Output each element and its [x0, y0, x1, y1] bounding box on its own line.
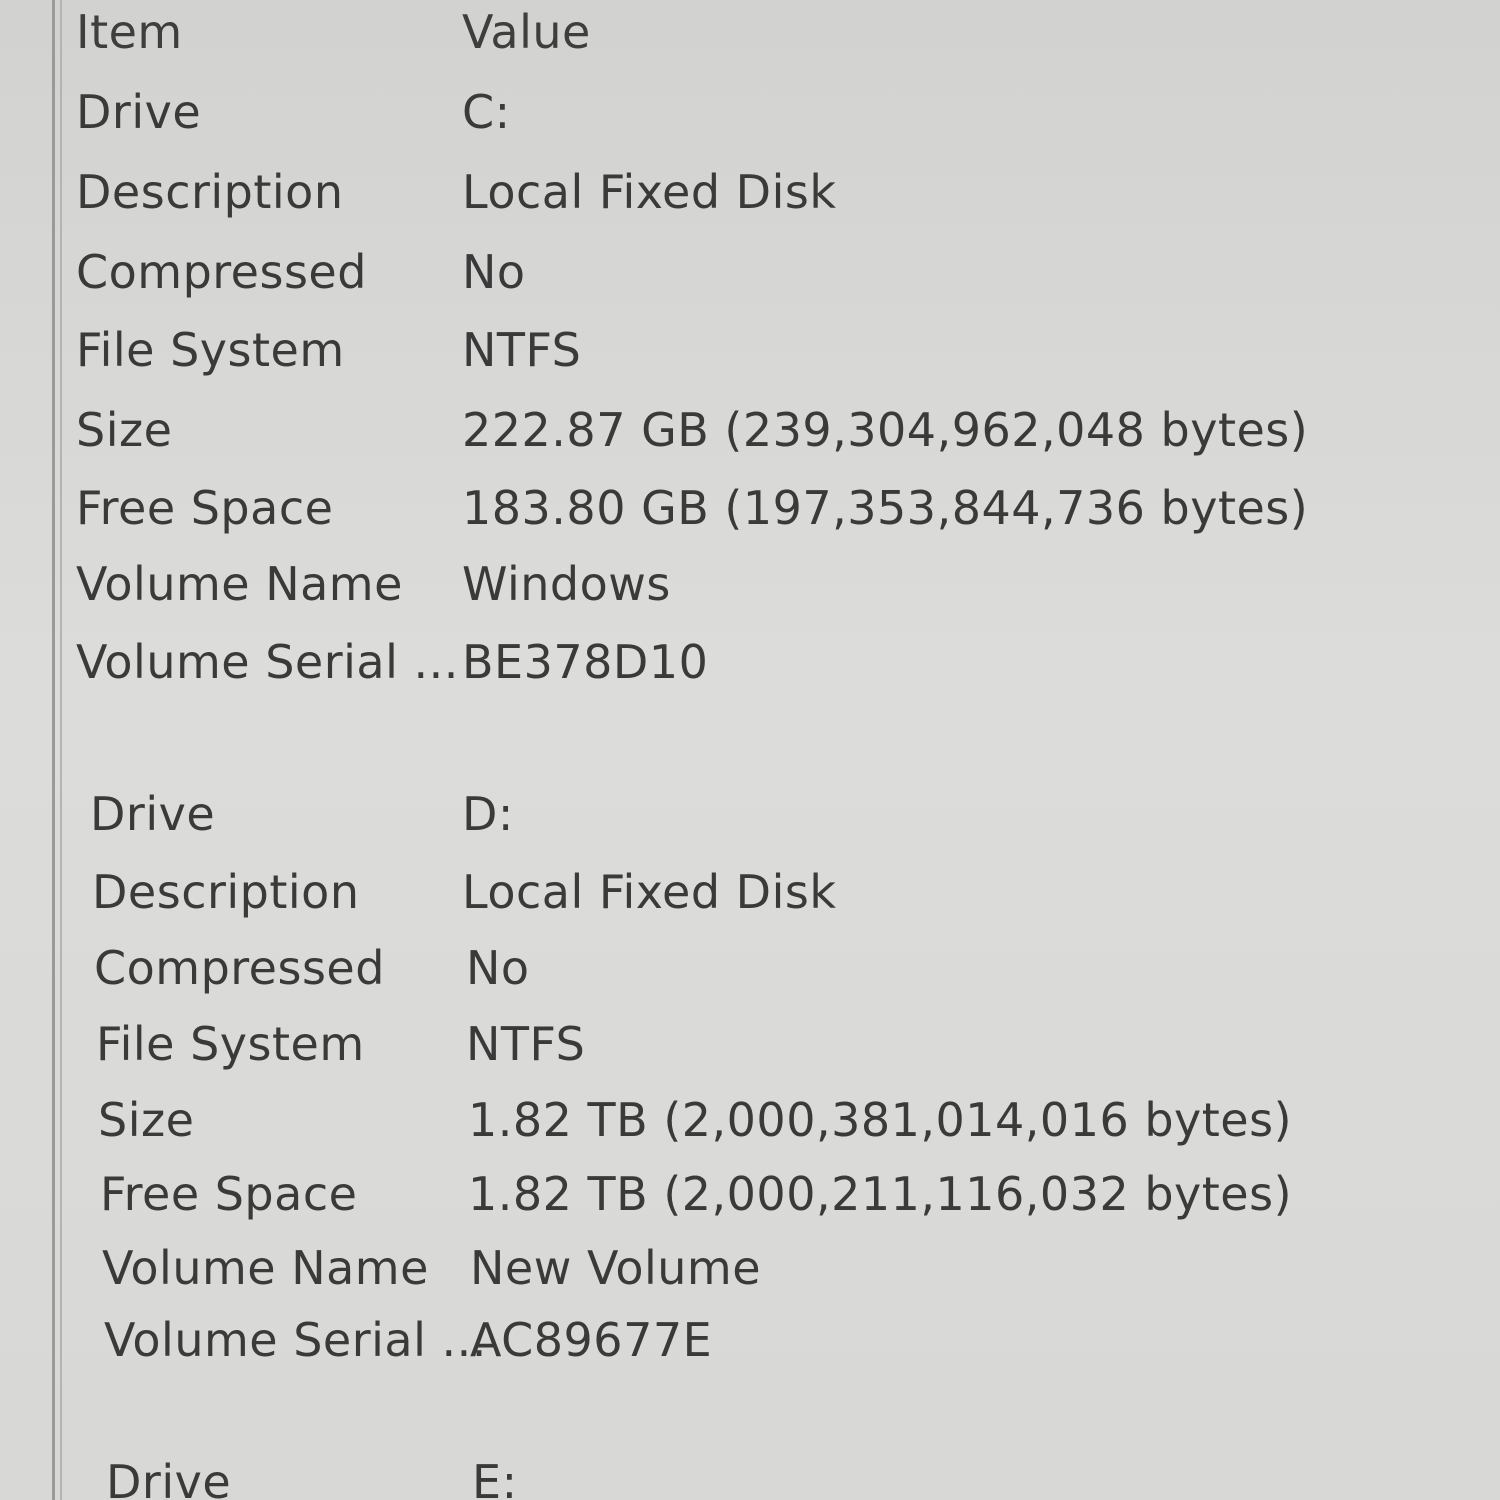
row-value: New Volume	[470, 1241, 762, 1295]
table-row[interactable]: Drive C:	[0, 82, 1500, 160]
table-row[interactable]: Description Local Fixed Disk	[0, 862, 1500, 940]
row-item: Description	[92, 865, 360, 919]
row-item: Drive	[76, 85, 202, 139]
row-value: NTFS	[466, 1017, 586, 1071]
row-value: Local Fixed Disk	[462, 165, 837, 219]
row-item: Free Space	[100, 1167, 358, 1221]
row-value: AC89677E	[470, 1313, 713, 1367]
table-row[interactable]: Compressed No	[0, 242, 1500, 320]
table-row[interactable]: Volume Serial ... BE378D10	[0, 632, 1500, 710]
row-item: File System	[76, 323, 345, 377]
table-row[interactable]: Volume Serial ... AC89677E	[0, 1310, 1500, 1388]
row-item: Compressed	[76, 245, 367, 299]
row-value: 222.87 GB (239,304,962,048 bytes)	[462, 403, 1309, 457]
table-row[interactable]: File System NTFS	[0, 320, 1500, 398]
row-item: Volume Serial ...	[104, 1313, 487, 1367]
row-item: Drive	[106, 1455, 232, 1500]
table-header: Item Value	[0, 2, 1500, 62]
row-item: Compressed	[94, 941, 385, 995]
table-row[interactable]: Free Space 183.80 GB (197,353,844,736 by…	[0, 478, 1500, 556]
table-row[interactable]: Compressed No	[0, 938, 1500, 1016]
drives-table: Item Value Drive C: Description Local Fi…	[0, 0, 1500, 1500]
row-value: BE378D10	[462, 635, 709, 689]
column-header-value[interactable]: Value	[462, 2, 591, 62]
row-value: C:	[462, 85, 511, 139]
row-value: E:	[472, 1455, 518, 1500]
table-row[interactable]: Description Local Fixed Disk	[0, 162, 1500, 240]
row-value: D:	[462, 787, 514, 841]
row-item: Drive	[90, 787, 216, 841]
row-value: Local Fixed Disk	[462, 865, 837, 919]
row-item: Volume Serial ...	[76, 635, 459, 689]
table-row[interactable]: Free Space 1.82 TB (2,000,211,116,032 by…	[0, 1164, 1500, 1242]
row-value: Windows	[462, 557, 671, 611]
row-value: 1.82 TB (2,000,381,014,016 bytes)	[468, 1093, 1293, 1147]
table-row[interactable]: File System NTFS	[0, 1014, 1500, 1092]
row-value: No	[466, 941, 530, 995]
row-item: Volume Name	[76, 557, 403, 611]
row-item: Size	[98, 1093, 195, 1147]
row-value: 1.82 TB (2,000,211,116,032 bytes)	[468, 1167, 1293, 1221]
row-item: File System	[96, 1017, 365, 1071]
row-value: NTFS	[462, 323, 582, 377]
row-value: No	[462, 245, 526, 299]
table-row[interactable]: Size 222.87 GB (239,304,962,048 bytes)	[0, 400, 1500, 478]
table-row[interactable]: Drive E:	[0, 1452, 1500, 1500]
table-row[interactable]: Volume Name New Volume	[0, 1238, 1500, 1316]
system-info-drives-view: Item Value Drive C: Description Local Fi…	[0, 0, 1500, 1500]
table-row[interactable]: Drive D:	[0, 784, 1500, 862]
row-item: Volume Name	[102, 1241, 429, 1295]
row-item: Free Space	[76, 481, 334, 535]
row-value: 183.80 GB (197,353,844,736 bytes)	[462, 481, 1309, 535]
row-item: Size	[76, 403, 173, 457]
table-row[interactable]: Size 1.82 TB (2,000,381,014,016 bytes)	[0, 1090, 1500, 1168]
table-row[interactable]: Volume Name Windows	[0, 554, 1500, 632]
column-header-item[interactable]: Item	[76, 2, 183, 62]
row-item: Description	[76, 165, 344, 219]
